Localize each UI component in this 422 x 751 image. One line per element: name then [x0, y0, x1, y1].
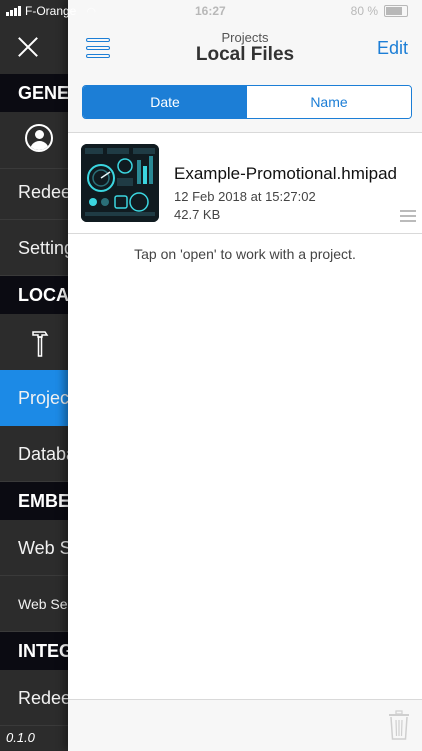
sidebar: GENERAL Redeem Settings LOCAL Projects D…: [0, 0, 68, 750]
file-row[interactable]: Example-Promotional.hmipad 12 Feb 2018 a…: [68, 133, 422, 234]
battery-icon: [384, 5, 408, 17]
version-label: 0.1.0: [6, 730, 35, 745]
edit-button[interactable]: Edit: [377, 38, 408, 59]
main-panel: Projects Local Files Edit Date Name Exam…: [68, 0, 422, 751]
sort-name-segment[interactable]: Name: [247, 86, 411, 118]
sidebar-item-tools[interactable]: [0, 314, 68, 371]
user-avatar-icon: [25, 124, 53, 152]
sort-date-segment[interactable]: Date: [83, 86, 247, 118]
sort-bar: Date Name: [68, 74, 422, 133]
trash-icon[interactable]: [388, 710, 410, 740]
sidebar-item-web-server[interactable]: Web Server: [0, 520, 68, 576]
sidebar-header-embedded: EMBEDDED: [0, 482, 68, 520]
sidebar-item-databases[interactable]: Databases: [0, 426, 68, 482]
file-size: 42.7 KB: [174, 207, 221, 222]
sort-segmented-control: Date Name: [82, 85, 412, 119]
sidebar-item-integrator-redeem[interactable]: Redeem: [0, 670, 68, 726]
battery-label: 80 %: [350, 4, 378, 18]
sidebar-item-web-server-settings[interactable]: Web Server: [0, 576, 68, 632]
project-thumbnail: [81, 144, 159, 222]
carrier-label: F-Orange: [25, 4, 77, 18]
hint-text: Tap on 'open' to work with a project.: [134, 246, 356, 262]
sidebar-item-projects[interactable]: Projects: [0, 370, 68, 426]
sidebar-header-local: LOCAL: [0, 276, 68, 314]
file-name: Example-Promotional.hmipad: [174, 164, 397, 183]
sidebar-item-account[interactable]: [0, 112, 68, 169]
file-date: 12 Feb 2018 at 15:27:02: [174, 189, 316, 204]
sidebar-item-settings[interactable]: Settings: [0, 220, 68, 276]
hammer-icon: [32, 331, 49, 357]
wifi-icon: ◠: [86, 5, 96, 18]
nav-subtitle: Projects: [221, 30, 269, 45]
clock: 16:27: [195, 4, 226, 18]
reorder-handle-icon[interactable]: [400, 210, 416, 222]
page-title: Local Files: [195, 44, 295, 65]
status-bar: F-Orange ◠ 16:27 80 %: [0, 0, 422, 22]
sidebar-header-integrator: INTEGRATOR: [0, 632, 68, 670]
bottom-toolbar: [68, 699, 422, 751]
close-icon[interactable]: [14, 34, 42, 62]
signal-icon: [6, 6, 21, 16]
sidebar-item-redeem[interactable]: Redeem: [0, 164, 68, 220]
sidebar-header-general: GENERAL: [0, 74, 68, 112]
